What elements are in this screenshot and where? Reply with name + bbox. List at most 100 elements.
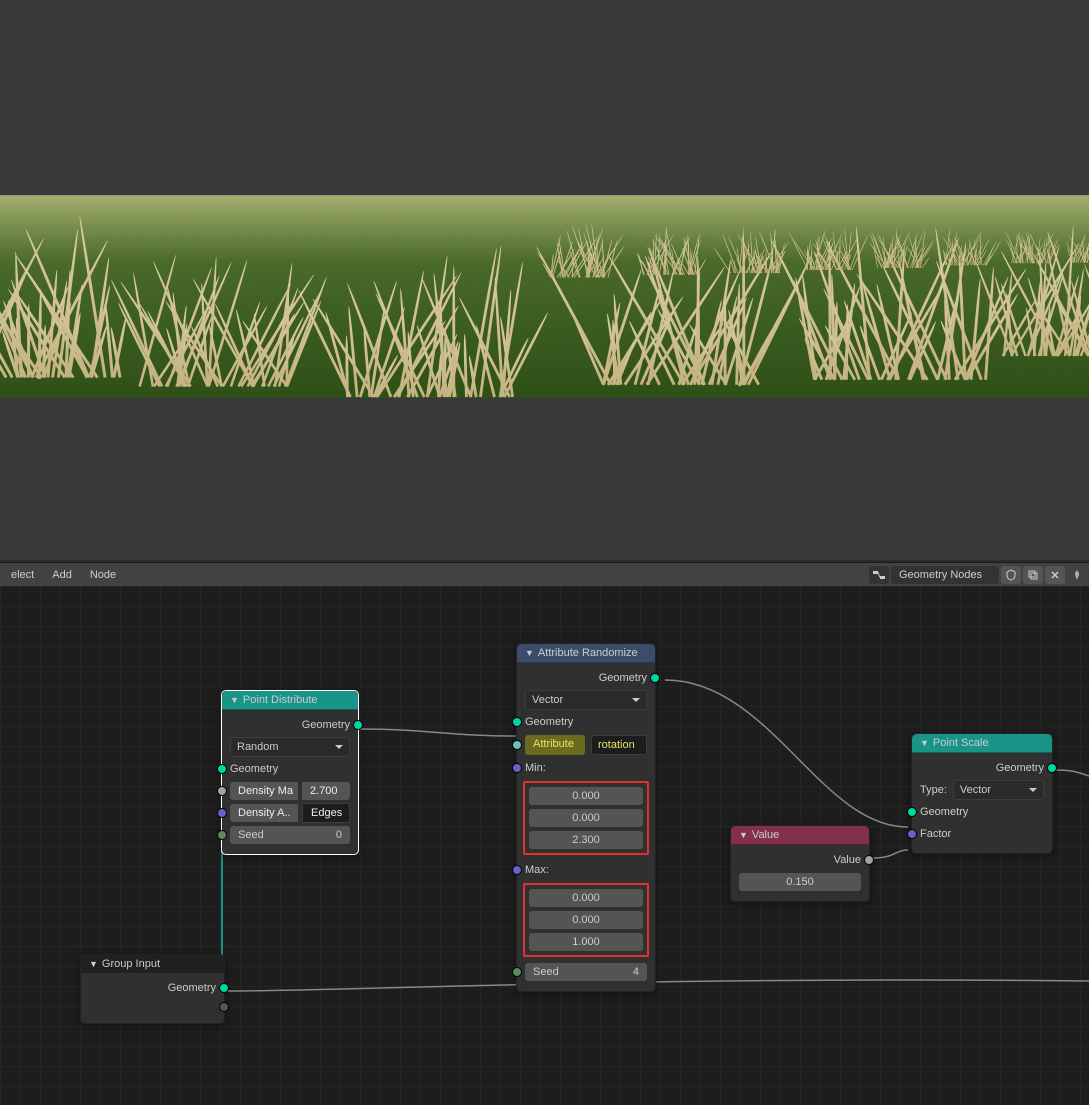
node-editor-header: elect Add Node Geometry Nodes	[0, 562, 1089, 586]
node-title[interactable]: ▼ Group Input	[81, 955, 224, 973]
collapse-icon[interactable]: ▼	[920, 738, 929, 748]
attribute-label: Attribute	[525, 735, 585, 755]
grass-clump	[870, 226, 931, 268]
socket-factor-in[interactable]	[907, 829, 917, 839]
socket-geometry-in[interactable]	[512, 717, 522, 727]
node-attribute-randomize[interactable]: ▼ Attribute Randomize Geometry Vector Geo…	[516, 643, 656, 992]
socket-seed-in[interactable]	[217, 830, 227, 840]
max-label: Max:	[525, 864, 549, 876]
field-value: 0.000	[572, 914, 600, 926]
max-y-field[interactable]: 0.000	[529, 911, 643, 929]
max-z-field[interactable]: 1.000	[529, 933, 643, 951]
socket-label: Geometry	[230, 763, 278, 775]
node-tree-name[interactable]: Geometry Nodes	[891, 566, 999, 584]
seed-field[interactable]: Seed 0	[230, 826, 350, 844]
socket-density-attr-in[interactable]	[217, 808, 227, 818]
node-title-label: Value	[752, 829, 779, 841]
socket-label: Geometry	[599, 672, 647, 684]
copy-icon[interactable]	[1023, 566, 1043, 584]
node-title-label: Point Scale	[933, 737, 989, 749]
node-title-label: Point Distribute	[243, 694, 318, 706]
attribute-field[interactable]: rotation	[591, 735, 647, 755]
node-point-distribute[interactable]: ▼ Point Distribute Geometry Random Geomet…	[221, 690, 359, 855]
socket-label: Geometry	[920, 806, 968, 818]
socket-geometry-in[interactable]	[907, 807, 917, 817]
collapse-icon[interactable]: ▼	[525, 648, 534, 658]
node-title[interactable]: ▼ Attribute Randomize	[517, 644, 655, 663]
socket-max-in[interactable]	[512, 865, 522, 875]
mode-dropdown[interactable]: Random	[230, 737, 350, 757]
grass-clump	[1064, 227, 1089, 262]
socket-value-out[interactable]	[864, 855, 874, 865]
field-value: 0	[336, 829, 342, 841]
shield-icon[interactable]	[1001, 566, 1021, 584]
node-title-label: Group Input	[102, 958, 160, 970]
field-value: 1.000	[572, 936, 600, 948]
type-dropdown[interactable]: Vector	[525, 690, 647, 710]
field-value: 2.300	[572, 834, 600, 846]
socket-label: Value	[834, 854, 861, 866]
collapse-icon[interactable]: ▼	[89, 959, 98, 969]
field-value: 0.000	[572, 892, 600, 904]
density-attr-field[interactable]: Edges	[302, 803, 350, 823]
socket-density-max-in[interactable]	[217, 786, 227, 796]
field-value: 4	[633, 966, 639, 978]
socket-geometry-out[interactable]	[353, 720, 363, 730]
editor-type-icon[interactable]	[869, 566, 889, 584]
socket-geometry-out[interactable]	[650, 673, 660, 683]
node-editor[interactable]: ▼ Group Input Geometry ▼ Point Distribute …	[0, 586, 1089, 1105]
node-group-input[interactable]: ▼ Group Input Geometry	[80, 954, 225, 1024]
field-label: Density Ma	[230, 782, 298, 800]
socket-geometry-in[interactable]	[217, 764, 227, 774]
menu-add[interactable]: Add	[43, 569, 81, 581]
node-point-scale[interactable]: ▼Point Scale Geometry Type:Vector Geomet…	[911, 733, 1053, 854]
socket-seed-in[interactable]	[512, 967, 522, 977]
viewport-3d[interactable]	[0, 0, 1089, 560]
grass-clump	[937, 227, 993, 266]
field-value: 0.000	[572, 812, 600, 824]
socket-geometry-out[interactable]	[1047, 763, 1057, 773]
collapse-icon[interactable]: ▼	[739, 830, 748, 840]
socket-geometry-out[interactable]	[219, 983, 229, 993]
grass-clump	[1004, 227, 1057, 263]
socket-virtual-out[interactable]	[219, 1002, 229, 1012]
field-value: 0.150	[786, 876, 814, 888]
min-z-field[interactable]: 2.300	[529, 831, 643, 849]
socket-attribute-in[interactable]	[512, 740, 522, 750]
min-y-field[interactable]: 0.000	[529, 809, 643, 827]
grass-clump	[634, 225, 706, 275]
node-title-label: Attribute Randomize	[538, 647, 638, 659]
max-x-field[interactable]: 0.000	[529, 889, 643, 907]
menu-node[interactable]: Node	[81, 569, 125, 581]
node-title[interactable]: ▼ Value	[731, 826, 869, 845]
menu-select[interactable]: elect	[2, 569, 43, 581]
density-max-field[interactable]: 2.700	[302, 782, 350, 800]
node-value[interactable]: ▼ Value Value 0.150	[730, 825, 870, 902]
socket-label: Factor	[920, 828, 951, 840]
dropdown-value: Vector	[960, 784, 991, 796]
pin-icon[interactable]	[1067, 566, 1087, 584]
node-title[interactable]: ▼ Point Distribute	[222, 691, 358, 710]
seed-field[interactable]: Seed 4	[525, 963, 647, 981]
field-label: Seed	[533, 966, 559, 978]
type-dropdown[interactable]: Vector	[953, 780, 1044, 800]
min-x-field[interactable]: 0.000	[529, 787, 643, 805]
socket-label: Geometry	[525, 716, 573, 728]
socket-label: Geometry	[302, 719, 350, 731]
field-label: Density A..	[230, 804, 298, 822]
grass-clump	[721, 227, 788, 273]
min-label: Min:	[525, 762, 546, 774]
close-icon[interactable]	[1045, 566, 1065, 584]
min-highlight-box: 0.000 0.000 2.300	[523, 781, 649, 855]
socket-label: Geometry	[996, 762, 1044, 774]
dropdown-value: Random	[237, 741, 279, 753]
grass-clump	[540, 223, 620, 278]
socket-label: Geometry	[168, 982, 216, 994]
socket-min-in[interactable]	[512, 763, 522, 773]
field-label: Seed	[238, 829, 264, 841]
dropdown-value: Vector	[532, 694, 563, 706]
value-field[interactable]: 0.150	[739, 873, 861, 891]
max-highlight-box: 0.000 0.000 1.000	[523, 883, 649, 957]
node-title[interactable]: ▼ Point Scale	[912, 734, 1052, 753]
collapse-icon[interactable]: ▼	[230, 695, 239, 705]
